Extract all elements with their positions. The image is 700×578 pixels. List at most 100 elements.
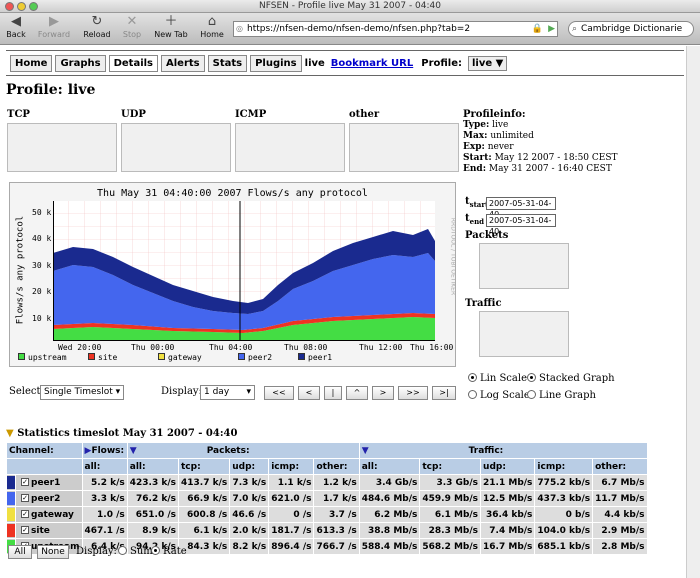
sum-radio[interactable] bbox=[118, 546, 127, 555]
search-icon: ⌕ bbox=[572, 24, 578, 34]
search-field[interactable]: ⌕ Cambridge Dictionarie bbox=[568, 21, 694, 37]
main-graph-legend: upstream site gateway peer2 peer1 bbox=[18, 353, 358, 362]
tab-home[interactable]: Home bbox=[10, 55, 53, 72]
display-range-select[interactable]: 1 day ▾ bbox=[200, 385, 255, 400]
stat-cell: 66.9 k/s bbox=[179, 491, 230, 506]
channel-name: site bbox=[31, 525, 50, 536]
tab-stats[interactable]: Stats bbox=[207, 55, 248, 72]
url-bar[interactable]: ◎ https://nfsen-demo/nfsen-demo/nfsen.ph… bbox=[233, 21, 558, 37]
channel-color-swatch bbox=[7, 475, 15, 490]
channel-name: gateway bbox=[31, 509, 74, 520]
bookmark-url-link[interactable]: Bookmark URL bbox=[331, 58, 413, 69]
back-button[interactable]: ◀ Back bbox=[3, 14, 29, 39]
icmp-graph[interactable] bbox=[235, 123, 345, 172]
stat-cell: 6.1 k/s bbox=[179, 523, 230, 538]
packets-header[interactable]: ▼ Packets: bbox=[127, 443, 359, 458]
lin-scale-option[interactable]: Lin Scale bbox=[468, 373, 527, 384]
prev-slot-button[interactable]: < bbox=[298, 386, 320, 400]
display-label: Display: bbox=[161, 386, 202, 397]
home-button[interactable]: ⌂ Home bbox=[199, 14, 225, 39]
profile-select[interactable]: live ▼ bbox=[468, 56, 508, 71]
vertical-scrollbar[interactable] bbox=[686, 46, 700, 578]
zoom-slot-button[interactable]: ^ bbox=[346, 386, 368, 400]
channel-checkbox[interactable]: ✓ bbox=[21, 478, 29, 486]
channel-cell: ✓ gateway bbox=[16, 507, 82, 522]
stats-display-label: Display: bbox=[76, 546, 117, 557]
tab-alerts[interactable]: Alerts bbox=[161, 55, 205, 72]
stat-cell: 0 /s bbox=[269, 507, 314, 522]
udp-graph[interactable] bbox=[121, 123, 231, 172]
traffic-header[interactable]: ▼ Traffic: bbox=[359, 443, 647, 458]
stat-cell: 21.1 Mb/s bbox=[481, 475, 535, 490]
close-window-button[interactable] bbox=[5, 2, 14, 11]
tab-graphs[interactable]: Graphs bbox=[55, 55, 106, 72]
stat-cell: 1.1 k/s bbox=[269, 475, 314, 490]
stat-cell: 1.2 k/s bbox=[314, 475, 359, 490]
tcp-graph[interactable] bbox=[7, 123, 117, 172]
line-graph-radio[interactable] bbox=[527, 390, 536, 399]
stat-cell: 181.7 /s bbox=[269, 523, 314, 538]
channel-color-swatch bbox=[7, 491, 15, 506]
select-all-button[interactable]: All bbox=[8, 545, 32, 559]
stacked-graph-radio[interactable] bbox=[527, 373, 536, 382]
new-tab-button[interactable]: ＋ New Tab bbox=[153, 14, 189, 39]
main-graph-svg bbox=[53, 201, 435, 341]
first-slot-button[interactable]: << bbox=[264, 386, 294, 400]
icmp-graph-label: ICMP bbox=[235, 109, 267, 120]
stat-cell: 76.2 k/s bbox=[127, 491, 178, 506]
subheader-blank bbox=[7, 459, 82, 474]
lin-scale-radio[interactable] bbox=[468, 373, 477, 382]
type-key: Type: bbox=[463, 120, 490, 130]
triangle-down-icon[interactable]: ▼ bbox=[6, 428, 14, 439]
rate-label: Rate bbox=[163, 546, 187, 557]
channel-checkbox[interactable]: ✓ bbox=[21, 494, 29, 502]
new-tab-icon: ＋ bbox=[164, 14, 178, 29]
stat-cell: 600.8 /s bbox=[179, 507, 230, 522]
xtick-thu-1600: Thu 16:00 bbox=[410, 343, 454, 352]
table-row: ✓ gateway 1.0 /s 651.0 /s 600.8 /s 46.6 /s 0 /… bbox=[7, 507, 647, 522]
stacked-graph-option[interactable]: Stacked Graph bbox=[527, 373, 615, 384]
traffic-graph[interactable] bbox=[479, 311, 569, 357]
packets-graph[interactable] bbox=[479, 243, 569, 289]
line-graph-label: Line Graph bbox=[539, 390, 596, 401]
stat-cell: 413.7 k/s bbox=[179, 475, 230, 490]
channel-cell: ✓ peer2 bbox=[16, 491, 82, 506]
stop-button[interactable]: ✕ Stop bbox=[120, 14, 144, 39]
zoom-window-button[interactable] bbox=[29, 2, 38, 11]
log-scale-radio[interactable] bbox=[468, 390, 477, 399]
stat-cell: 4.4 kb/s bbox=[593, 507, 647, 522]
tab-details[interactable]: Details bbox=[108, 55, 158, 72]
rate-option[interactable]: Rate bbox=[151, 546, 187, 557]
minimize-window-button[interactable] bbox=[17, 2, 26, 11]
forward-button[interactable]: ▶ Forward bbox=[36, 14, 72, 39]
triangle-down-icon: ▼ bbox=[361, 445, 369, 456]
stat-cell: 28.3 Mb/s bbox=[420, 523, 481, 538]
flows-header[interactable]: ▶Flows: bbox=[82, 443, 127, 458]
reload-button[interactable]: ↻ Reload bbox=[82, 14, 112, 39]
last-slot-button[interactable]: >| bbox=[432, 386, 456, 400]
channel-checkbox[interactable]: ✓ bbox=[21, 526, 29, 534]
timeslot-select[interactable]: Single Timeslot ▾ bbox=[40, 385, 125, 400]
tend-input[interactable]: 2007-05-31-04-40 bbox=[486, 214, 556, 236]
tab-plugins[interactable]: Plugins bbox=[250, 55, 302, 72]
back-label: Back bbox=[6, 30, 26, 39]
fast-forward-button[interactable]: >> bbox=[398, 386, 428, 400]
other-graph[interactable] bbox=[349, 123, 459, 172]
log-scale-option[interactable]: Log Scale bbox=[468, 390, 530, 401]
stat-cell: 621.0 /s bbox=[269, 491, 314, 506]
go-arrow-icon[interactable]: ▶ bbox=[548, 22, 555, 36]
stop-label: Stop bbox=[122, 30, 142, 39]
udp-graph-label: UDP bbox=[121, 109, 146, 120]
sum-option[interactable]: Sum bbox=[118, 546, 153, 557]
channel-checkbox[interactable]: ✓ bbox=[21, 510, 29, 518]
select-none-button[interactable]: None bbox=[37, 545, 69, 559]
tstart-input[interactable]: 2007-05-31-04-40 bbox=[486, 197, 556, 219]
center-slot-button[interactable]: | bbox=[324, 386, 342, 400]
line-graph-option[interactable]: Line Graph bbox=[527, 390, 596, 401]
stat-cell: 7.0 k/s bbox=[230, 491, 269, 506]
window-titlebar: NFSEN - Profile live May 31 2007 - 04:40 bbox=[0, 0, 700, 13]
next-slot-button[interactable]: > bbox=[372, 386, 394, 400]
rate-radio[interactable] bbox=[151, 546, 160, 555]
main-graph[interactable]: Thu May 31 04:40:00 2007 Flows/s any pro… bbox=[9, 182, 457, 367]
new-tab-label: New Tab bbox=[154, 30, 188, 39]
